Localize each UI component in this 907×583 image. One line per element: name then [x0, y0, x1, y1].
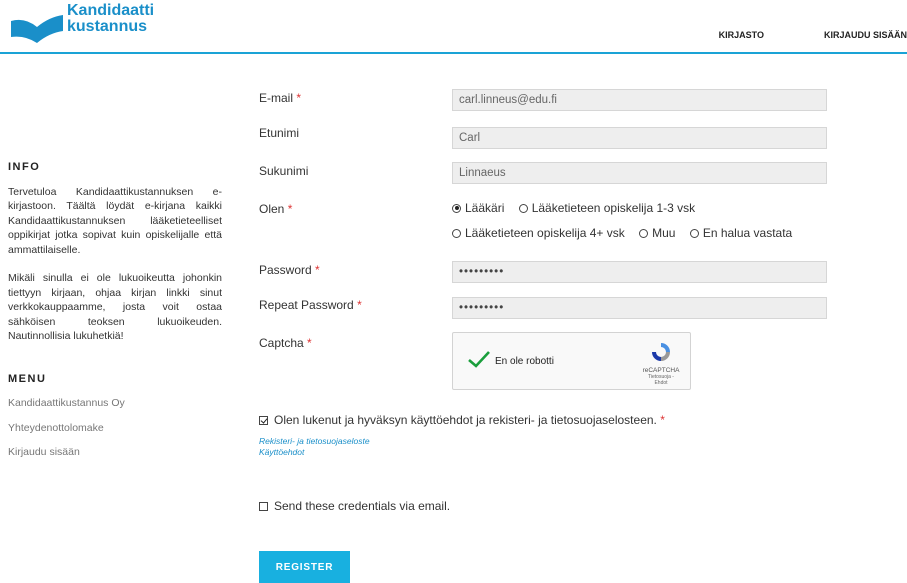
- role-option-label: En halua vastata: [702, 226, 793, 240]
- role-option-student-4plus[interactable]: Lääketieteen opiskelija 4+ vsk: [452, 226, 625, 240]
- site-header: Kandidaatti kustannus KIRJASTO KIRJAUDU …: [0, 0, 907, 54]
- radio-icon: [639, 228, 649, 238]
- send-credentials-checkbox[interactable]: [259, 502, 268, 511]
- role-option-label: Lääketieteen opiskelija 4+ vsk: [465, 226, 625, 240]
- recaptcha-brand: reCAPTCHA: [642, 367, 680, 374]
- menu-item-company[interactable]: Kandidaattikustannus Oy: [8, 396, 222, 411]
- password-label: Password *: [259, 263, 320, 277]
- captcha-label-text: Captcha: [259, 336, 304, 350]
- brand-line2: kustannus: [67, 18, 148, 35]
- book-logo-icon: [11, 15, 63, 43]
- menu-item-login[interactable]: Kirjaudu sisään: [8, 445, 222, 460]
- brand-logo[interactable]: Kandidaatti kustannus: [67, 3, 154, 35]
- menu-item-contact[interactable]: Yhteydenottolomake: [8, 421, 222, 436]
- captcha-text: En ole robotti: [495, 356, 554, 367]
- recaptcha-logo: reCAPTCHA Tietosuoja - Ehdot: [641, 341, 681, 386]
- nav-library-link[interactable]: KIRJASTO: [719, 30, 764, 40]
- recaptcha-links[interactable]: Tietosuoja - Ehdot: [641, 374, 681, 386]
- terms-checkbox[interactable]: [259, 416, 268, 425]
- send-credentials-text: Send these credentials via email.: [274, 499, 451, 513]
- radio-selected-icon: [452, 203, 461, 213]
- role-radio-row-1: Lääkäri Lääketieteen opiskelija 1-3 vsk: [452, 201, 706, 216]
- role-option-student-1-3[interactable]: Lääketieteen opiskelija 1-3 vsk: [518, 201, 696, 215]
- captcha-label: Captcha *: [259, 336, 312, 350]
- repeat-password-label: Repeat Password *: [259, 298, 362, 312]
- required-mark: *: [315, 263, 320, 277]
- repeat-password-input[interactable]: [452, 297, 827, 319]
- role-option-doctor[interactable]: Lääkäri: [452, 201, 504, 215]
- firstname-label: Etunimi: [259, 126, 300, 140]
- terms-row[interactable]: Olen lukenut ja hyväksyn käyttöehdot ja …: [259, 413, 665, 427]
- role-option-no-answer[interactable]: En halua vastata: [689, 226, 793, 240]
- required-mark: *: [307, 336, 312, 350]
- send-credentials-row[interactable]: Send these credentials via email.: [259, 499, 450, 513]
- password-label-text: Password: [259, 263, 312, 277]
- privacy-policy-link[interactable]: Rekisteri- ja tietosuojaseloste: [259, 436, 370, 447]
- email-label: E-mail *: [259, 91, 301, 105]
- password-input[interactable]: [452, 261, 827, 283]
- role-option-label: Lääketieteen opiskelija 1-3 vsk: [531, 201, 696, 215]
- radio-icon: [689, 228, 699, 238]
- radio-icon: [518, 203, 528, 213]
- info-paragraph-2: Mikäli sinulla ei ole lukuoikeutta johon…: [8, 272, 222, 342]
- role-option-other[interactable]: Muu: [639, 226, 675, 240]
- sidebar: INFO Tervetuloa Kandidaattikustannuksen …: [8, 160, 222, 470]
- brand-line1: Kandidaatti: [67, 2, 155, 19]
- required-mark: *: [296, 91, 302, 105]
- required-mark: *: [287, 202, 293, 216]
- role-label-text: Olen: [259, 202, 285, 216]
- nav-login-link[interactable]: KIRJAUDU SISÄÄN: [824, 30, 907, 40]
- lastname-input[interactable]: [452, 162, 827, 184]
- checkmark-icon: [468, 351, 490, 368]
- required-mark: *: [357, 298, 362, 312]
- role-label: Olen *: [259, 202, 292, 216]
- policy-links: Rekisteri- ja tietosuojaseloste Käyttöeh…: [259, 436, 370, 458]
- role-option-label: Muu: [652, 226, 676, 240]
- repeat-password-label-text: Repeat Password: [259, 298, 354, 312]
- top-nav: KIRJASTO KIRJAUDU SISÄÄN: [659, 30, 907, 40]
- lastname-label: Sukunimi: [259, 164, 309, 178]
- recaptcha-widget[interactable]: En ole robotti reCAPTCHA Tietosuoja - Eh…: [452, 332, 691, 390]
- role-option-label: Lääkäri: [465, 201, 505, 215]
- recaptcha-icon: [652, 343, 670, 361]
- info-heading: INFO: [8, 161, 41, 173]
- menu-heading: MENU: [8, 372, 47, 385]
- info-paragraph-1: Tervetuloa Kandidaattikustannuksen e-kir…: [8, 185, 222, 256]
- required-mark: *: [660, 413, 665, 427]
- email-label-text: E-mail: [259, 91, 294, 105]
- radio-icon: [452, 228, 461, 238]
- email-input[interactable]: [452, 89, 827, 111]
- terms-of-use-link[interactable]: Käyttöehdot: [259, 447, 370, 458]
- role-radio-row-2: Lääketieteen opiskelija 4+ vsk Muu En ha…: [452, 226, 803, 241]
- register-button[interactable]: REGISTER: [259, 551, 350, 583]
- terms-text: Olen lukenut ja hyväksyn käyttöehdot ja …: [274, 413, 657, 427]
- firstname-input[interactable]: [452, 127, 827, 149]
